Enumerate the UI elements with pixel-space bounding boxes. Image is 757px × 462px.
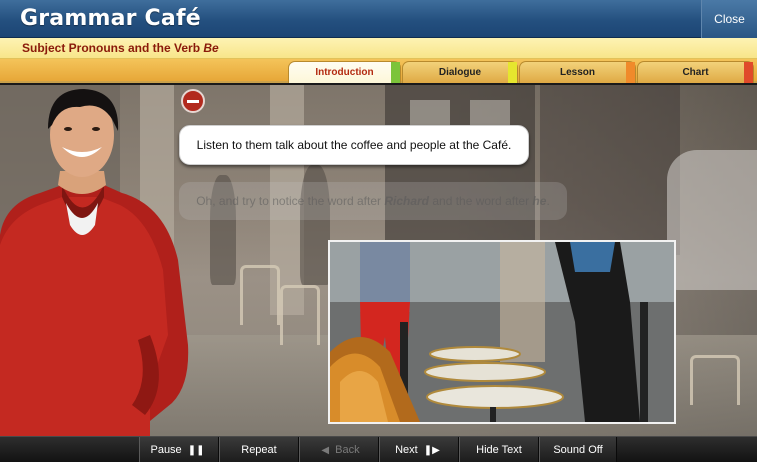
tab-label: Chart <box>682 67 709 78</box>
step-forward-icon: ❚▶ <box>423 445 440 456</box>
app-title: Grammar Café <box>20 6 201 31</box>
title-bar: Grammar Café Close <box>0 0 757 38</box>
sound-off-button[interactable]: Sound Off <box>539 437 617 462</box>
background-chair <box>240 265 280 325</box>
faded-text: and the word after <box>429 194 533 208</box>
tab-color-marker <box>508 62 517 83</box>
back-label: Back <box>335 444 360 456</box>
background-chair <box>280 285 320 345</box>
faded-emphasis-he: he <box>532 194 547 208</box>
tab-color-marker <box>391 62 400 83</box>
lesson-subtitle-bar: Subject Pronouns and the Verb Be <box>0 38 757 59</box>
faded-text: Oh, and try to notice the word after <box>196 194 385 208</box>
pause-icon: ❚❚ <box>187 445 205 456</box>
photo-scene <box>330 242 648 422</box>
next-button[interactable]: Next ❚▶ <box>379 437 459 462</box>
tab-color-marker <box>744 62 753 83</box>
presenter-man <box>0 89 189 436</box>
tab-label: Dialogue <box>438 67 482 78</box>
tab-dialogue[interactable]: Dialogue <box>402 61 518 83</box>
background-car <box>667 150 757 290</box>
repeat-button[interactable]: Repeat <box>219 437 299 462</box>
background-chair <box>690 355 740 405</box>
back-button[interactable]: ◀ Back <box>299 437 379 462</box>
lesson-subtitle-text: Subject Pronouns and the Verb <box>22 41 204 55</box>
tab-lesson[interactable]: Lesson <box>519 61 636 83</box>
background-storefront <box>540 85 680 255</box>
tab-chart[interactable]: Chart <box>637 61 754 83</box>
lesson-stage: Listen to them talk about the coffee and… <box>0 85 757 436</box>
faded-text: . <box>546 194 550 208</box>
cafe-photo <box>328 240 676 424</box>
background-storefront <box>385 85 535 255</box>
tab-color-marker <box>626 62 635 83</box>
pause-label: Pause <box>150 444 182 456</box>
next-label: Next <box>395 444 418 456</box>
playback-toolbar: Pause ❚❚ Repeat ◀ Back Next ❚▶ Hide Text… <box>0 436 757 462</box>
tab-label: Lesson <box>559 67 595 78</box>
lesson-subtitle-emphasis: Be <box>203 41 219 55</box>
step-back-icon: ◀ <box>321 445 330 456</box>
close-button[interactable]: Close <box>701 0 757 38</box>
tab-introduction[interactable]: Introduction <box>288 61 401 83</box>
hide-text-button[interactable]: Hide Text <box>459 437 539 462</box>
faded-speech-bubble: Oh, and try to notice the word after Ric… <box>179 182 567 220</box>
tab-label: Introduction <box>315 67 374 78</box>
faded-emphasis-richard: Richard <box>384 194 430 208</box>
pause-button[interactable]: Pause ❚❚ <box>139 437 219 462</box>
section-tabs: Introduction Dialogue Lesson Chart <box>0 59 757 83</box>
speech-bubble: Listen to them talk about the coffee and… <box>179 125 529 165</box>
lesson-subtitle: Subject Pronouns and the Verb Be <box>22 41 219 55</box>
